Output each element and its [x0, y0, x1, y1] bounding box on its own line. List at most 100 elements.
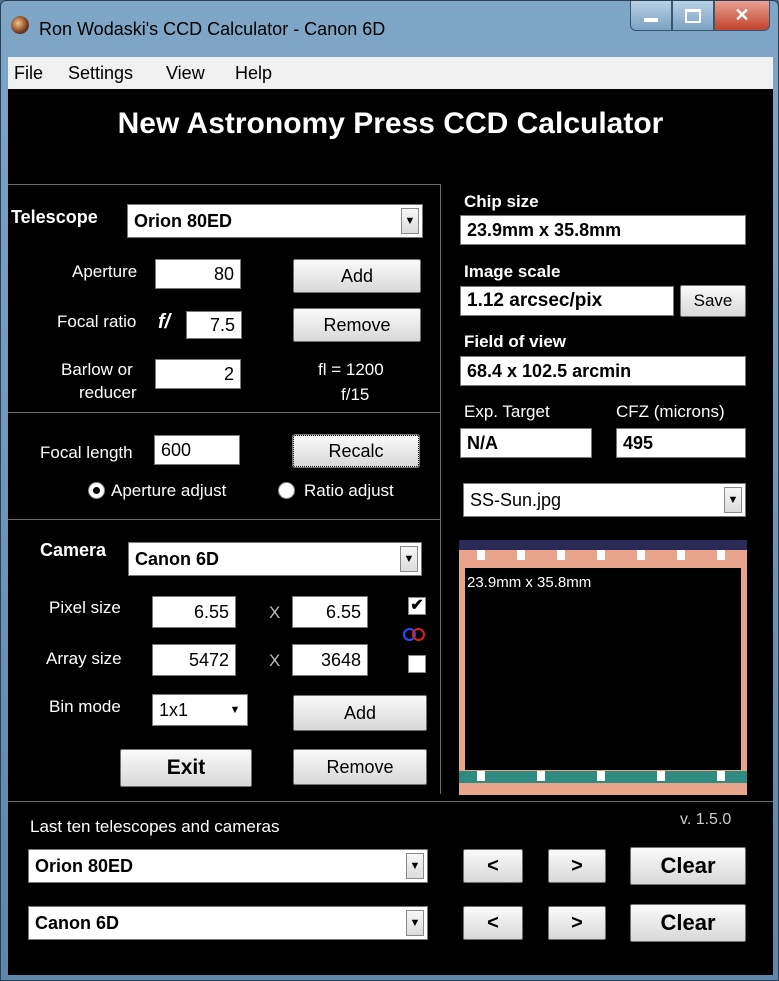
menu-file[interactable]: File — [14, 63, 43, 84]
save-button[interactable]: Save — [680, 285, 746, 317]
chip-size-value: 23.9mm x 35.8mm — [460, 215, 746, 245]
divider — [8, 801, 773, 802]
preview-tick — [637, 550, 645, 560]
f-prefix: f/ — [158, 311, 171, 333]
telescope-label: Telescope — [11, 207, 98, 227]
history-telescope-next-button[interactable]: > — [548, 849, 606, 883]
version-label: v. 1.5.0 — [680, 811, 732, 828]
field-of-view-value: 68.4 x 102.5 arcmin — [460, 356, 746, 386]
preview-tick — [717, 771, 725, 781]
cfz-value: 495 — [616, 428, 746, 458]
preview-caption: 23.9mm x 35.8mm — [467, 574, 592, 591]
focal-length-field[interactable]: 600 — [154, 435, 240, 465]
lock-array-checkbox[interactable] — [408, 655, 426, 673]
add-camera-button[interactable]: Add — [293, 695, 427, 731]
ratio-adjust-label: Ratio adjust — [304, 481, 394, 500]
chevron-down-icon[interactable]: ▼ — [226, 698, 244, 722]
reducer-label: reducer — [79, 383, 137, 402]
field-of-view-label: Field of view — [464, 332, 567, 351]
menu-help[interactable]: Help — [235, 63, 272, 84]
pixel-x-field[interactable]: 6.55 — [152, 596, 236, 628]
target-image-value: SS-Sun.jpg — [470, 489, 562, 510]
preview-frame — [465, 568, 741, 770]
barlow-label: Barlow or — [61, 360, 133, 379]
chip-size-label: Chip size — [464, 192, 539, 211]
minimize-button[interactable] — [630, 1, 672, 31]
times-sign: X — [269, 603, 281, 622]
preview-tick — [597, 771, 605, 781]
history-camera-prev-button[interactable]: < — [463, 906, 523, 940]
history-camera-select[interactable]: Canon 6D ▼ — [28, 906, 428, 940]
bin-mode-label: Bin mode — [49, 697, 121, 716]
pixel-y-field[interactable]: 6.55 — [292, 596, 368, 628]
divider — [8, 519, 440, 520]
aperture-field[interactable]: 80 — [155, 259, 241, 289]
menu-view[interactable]: View — [166, 63, 205, 84]
bin-mode-value: 1x1 — [159, 699, 189, 720]
history-camera-next-button[interactable]: > — [548, 906, 606, 940]
recalc-button[interactable]: Recalc — [292, 434, 420, 468]
f-readout: f/15 — [341, 385, 370, 404]
history-telescope-select[interactable]: Orion 80ED ▼ — [28, 849, 428, 883]
history-telescope-value: Orion 80ED — [35, 855, 134, 876]
link-icon[interactable] — [403, 627, 431, 643]
focal-length-label: Focal length — [40, 443, 133, 462]
pixel-size-label: Pixel size — [49, 598, 121, 617]
add-telescope-button[interactable]: Add — [293, 259, 421, 293]
ratio-adjust-radio[interactable] — [278, 482, 295, 499]
array-y-field[interactable]: 3648 — [292, 644, 368, 676]
maximize-button[interactable] — [672, 1, 714, 31]
exit-button[interactable]: Exit — [120, 749, 252, 787]
title-bar[interactable]: Ron Wodaski's CCD Calculator - Canon 6D … — [1, 1, 778, 41]
chevron-down-icon[interactable]: ▼ — [401, 208, 419, 234]
chevron-down-icon[interactable]: ▼ — [724, 487, 742, 513]
array-x-field[interactable]: 5472 — [152, 644, 236, 676]
minimize-icon — [644, 17, 658, 22]
camera-select[interactable]: Canon 6D ▼ — [128, 542, 422, 576]
caption-buttons: ✕ — [630, 1, 770, 31]
history-camera-clear-button[interactable]: Clear — [630, 904, 746, 942]
preview-tick — [657, 771, 665, 781]
preview-tick — [557, 550, 565, 560]
app-window: Ron Wodaski's CCD Calculator - Canon 6D … — [0, 0, 779, 981]
camera-label: Camera — [40, 540, 107, 560]
bin-mode-select[interactable]: 1x1 ▼ — [152, 694, 248, 726]
history-telescope-clear-button[interactable]: Clear — [630, 847, 746, 885]
telescope-select[interactable]: Orion 80ED ▼ — [127, 204, 423, 238]
calculator-panel: New Astronomy Press CCD Calculator Teles… — [8, 89, 773, 975]
fl-readout: fl = 1200 — [318, 360, 384, 379]
aperture-label: Aperture — [72, 262, 138, 281]
chevron-down-icon[interactable]: ▼ — [400, 546, 418, 572]
chevron-down-icon[interactable]: ▼ — [406, 910, 424, 936]
target-image-select[interactable]: SS-Sun.jpg ▼ — [463, 483, 746, 517]
camera-select-value: Canon 6D — [135, 548, 220, 569]
menu-settings[interactable]: Settings — [68, 63, 133, 84]
times-sign: X — [269, 651, 281, 670]
divider — [8, 184, 440, 185]
aperture-adjust-radio[interactable] — [88, 482, 105, 499]
square-pixel-checkbox[interactable]: ✔ — [408, 597, 426, 615]
image-scale-label: Image scale — [464, 262, 561, 281]
divider — [440, 184, 441, 794]
preview-tick — [517, 550, 525, 560]
preview-tick — [537, 771, 545, 781]
history-telescope-prev-button[interactable]: < — [463, 849, 523, 883]
maximize-icon — [685, 8, 701, 23]
preview-tick — [477, 771, 485, 781]
preview-tick — [717, 550, 725, 560]
chevron-down-icon[interactable]: ▼ — [406, 853, 424, 879]
app-header: New Astronomy Press CCD Calculator — [117, 107, 664, 140]
exp-target-value: N/A — [460, 428, 592, 458]
aperture-adjust-label: Aperture adjust — [111, 481, 227, 500]
barlow-field[interactable]: 2 — [155, 359, 241, 389]
history-label: Last ten telescopes and cameras — [30, 817, 280, 836]
preview-tick — [477, 550, 485, 560]
array-size-label: Array size — [46, 649, 122, 668]
preview-tick — [597, 550, 605, 560]
app-icon — [11, 16, 29, 34]
remove-telescope-button[interactable]: Remove — [293, 308, 421, 342]
menu-bar: File Settings View Help — [8, 57, 773, 89]
focal-ratio-field[interactable]: 7.5 — [186, 311, 242, 339]
close-button[interactable]: ✕ — [714, 1, 770, 31]
remove-camera-button[interactable]: Remove — [293, 749, 427, 785]
